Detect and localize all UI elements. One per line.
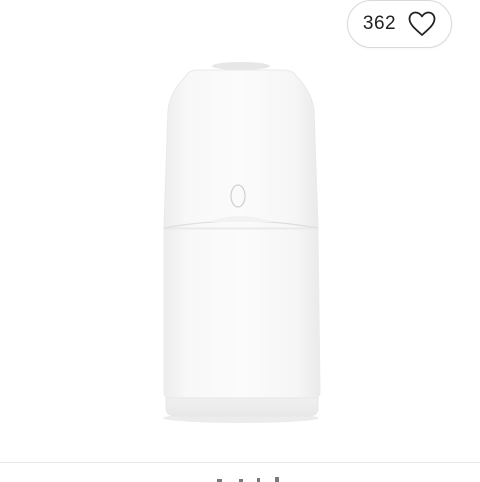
product-image — [163, 62, 321, 423]
like-count: 362 — [362, 13, 397, 34]
heart-outline-icon — [408, 11, 436, 37]
product-image-area — [0, 0, 480, 462]
like-button[interactable]: 362 — [347, 0, 452, 48]
cropped-text-fragment — [217, 477, 279, 482]
